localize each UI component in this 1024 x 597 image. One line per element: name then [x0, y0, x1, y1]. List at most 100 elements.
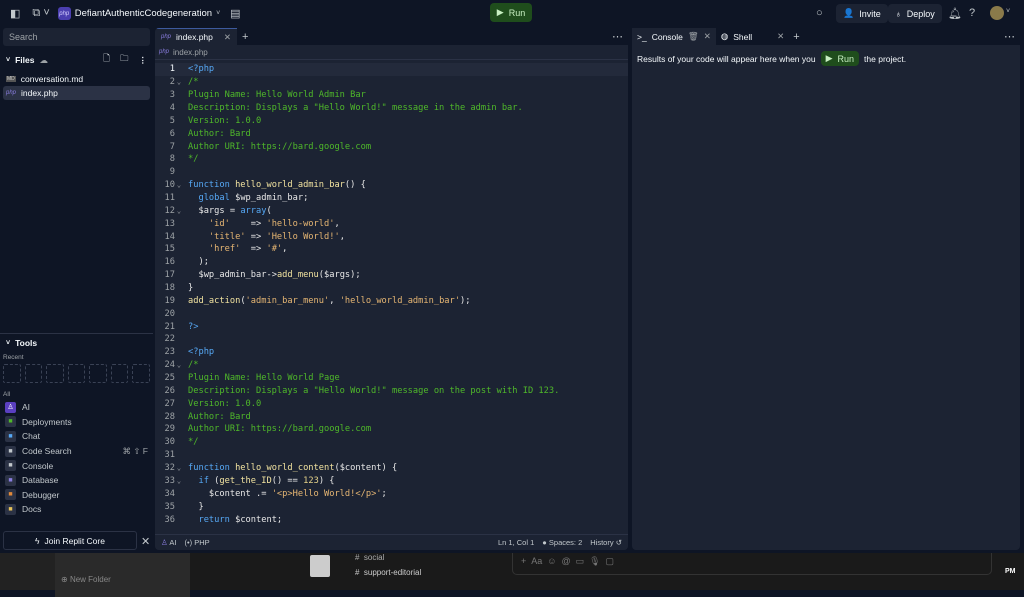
close-icon[interactable]: ✕: [777, 31, 784, 42]
tool-code-search[interactable]: ■ Code Search ⌘ ⇧ F: [0, 444, 153, 459]
line-number: 6: [169, 128, 175, 139]
code-token: Version: 1.0.0: [188, 115, 262, 126]
code-token: 'title': [208, 231, 246, 242]
project-name[interactable]: DefiantAuthenticCodegeneration: [75, 8, 212, 19]
tool-chat[interactable]: ■ Chat: [0, 429, 153, 444]
code-token: Author URI: https://bard.google.com: [188, 141, 372, 152]
new-folder-button[interactable]: ⊕ New Folder: [55, 553, 190, 597]
close-icon[interactable]: ✕: [704, 31, 711, 42]
code-line: 31: [155, 449, 628, 462]
php-icon: php: [159, 49, 170, 55]
code-token: global: [198, 193, 236, 204]
tool-console[interactable]: ■ Console: [0, 458, 153, 473]
trash-icon[interactable]: 🗑︎: [688, 31, 699, 42]
code-line: 24 ⌄ /*: [155, 359, 628, 372]
more-icon[interactable]: ⋯: [612, 30, 623, 43]
message-composer[interactable]: + Aa ☺ @ ▭ 🎙︎ ▢: [512, 553, 992, 575]
add-tab-icon[interactable]: +: [793, 31, 799, 43]
chevron-down-icon[interactable]: ˅: [1006, 8, 1010, 15]
channel-social[interactable]: # social: [355, 553, 384, 562]
history-button[interactable]: History ↺: [590, 538, 622, 547]
inline-run-button[interactable]: ▶ Run: [820, 51, 860, 66]
more-icon[interactable]: ⋮: [139, 55, 148, 66]
line-number: 9: [169, 167, 175, 178]
chevron-down-icon: ˅: [6, 56, 11, 64]
run-button[interactable]: ▶ Run: [490, 3, 532, 22]
replit-logo-icon[interactable]: ⧉ ˅: [32, 7, 49, 20]
shortcut: ⌘ ⇧ F: [122, 445, 148, 456]
tool-ai[interactable]: ♙ AI: [0, 400, 153, 415]
php-icon: php: [6, 90, 17, 96]
code-line: 7 Author URI: https://bard.google.com: [155, 140, 628, 153]
code-line: 12 ⌄ $args = array(: [155, 204, 628, 217]
close-icon[interactable]: ✕: [141, 535, 150, 548]
language-button[interactable]: (•) PHP: [185, 538, 210, 547]
fold-icon[interactable]: ⌄: [175, 207, 183, 215]
code-line: 23 <?php: [155, 346, 628, 359]
code-token: Author: Bard: [188, 411, 251, 422]
tool-deployments[interactable]: ■ Deployments: [0, 415, 153, 430]
line-number: 1: [169, 64, 175, 75]
tool-database[interactable]: ■ Database: [0, 473, 153, 488]
bell-icon[interactable]: 🔔︎: [948, 7, 962, 20]
tool-docs[interactable]: ■ Docs: [0, 502, 153, 517]
files-header[interactable]: ˅ Files ☁ 🗋 🗀 ⋮: [0, 52, 153, 68]
invite-button[interactable]: 👤 Invite: [836, 4, 888, 23]
channel-support-editorial[interactable]: # support-editorial: [355, 568, 421, 577]
line-number: 8: [169, 154, 175, 165]
top-bar: ◧ ⧉ ˅ php DefiantAuthenticCodegeneration…: [0, 0, 1024, 27]
line-number: 31: [164, 450, 175, 461]
tools-header[interactable]: ˅ Tools: [0, 335, 153, 351]
breadcrumb: php index.php: [155, 45, 628, 60]
code-area[interactable]: 1 <?php 2 ⌄/* 3 Plugin Name: Hello World Admi…: [155, 60, 628, 526]
line-number: 35: [164, 501, 175, 512]
tab-console[interactable]: >_ Console 🗑︎ ✕: [632, 28, 716, 45]
file-conversation-md[interactable]: MD conversation.md: [3, 72, 150, 86]
line-number: 19: [164, 295, 175, 306]
cursor-position[interactable]: Ln 1, Col 1: [498, 538, 534, 547]
search-input[interactable]: Search: [3, 28, 150, 46]
line-number: 30: [164, 437, 175, 448]
code-line: 19 add_action('admin_bar_menu', 'hello_wo…: [155, 294, 628, 307]
close-icon[interactable]: ✕: [224, 32, 231, 43]
fold-icon[interactable]: ⌄: [175, 464, 183, 472]
database-icon: ■: [5, 474, 16, 486]
add-tab-icon[interactable]: +: [242, 31, 248, 43]
spaces-button[interactable]: ● Spaces: 2: [542, 538, 582, 547]
code-token: */: [188, 154, 199, 165]
tool-debugger[interactable]: ■ Debugger: [0, 488, 153, 503]
code-token: }: [188, 501, 204, 512]
chevron-down-icon[interactable]: ˅: [216, 10, 220, 17]
recent-tools: [0, 364, 153, 383]
tab-shell[interactable]: ◍ Shell ✕: [716, 28, 789, 45]
search-icon[interactable]: ○: [816, 7, 823, 19]
code-line: 22: [155, 333, 628, 346]
background-desktop: ⊕ New Folder # social # support-editoria…: [0, 553, 1024, 597]
avatar[interactable]: [990, 6, 1004, 20]
code-token: $wp_admin_bar: [198, 270, 267, 281]
new-file-icon[interactable]: 🗋: [103, 53, 110, 67]
chat-icon: ■: [5, 430, 16, 442]
fold-icon[interactable]: ⌄: [175, 78, 183, 86]
new-folder-icon[interactable]: 🗀: [120, 53, 129, 67]
code-token: 'admin_bar_menu': [245, 295, 330, 306]
file-index-php[interactable]: php index.php: [3, 86, 150, 100]
code-line: 8 */: [155, 153, 628, 166]
help-icon[interactable]: ?: [969, 7, 975, 19]
sidebar-toggle-icon[interactable]: ◧: [10, 7, 20, 20]
code-token: array: [240, 205, 267, 216]
code-token: <?php: [188, 347, 215, 358]
fold-icon[interactable]: ⌄: [175, 181, 183, 189]
deploy-button[interactable]: ♁ Deploy: [888, 4, 942, 23]
join-replit-core-button[interactable]: ϟ Join Replit Core: [3, 531, 137, 550]
deploy-icon: ■: [5, 416, 16, 428]
layout-icon[interactable]: ▤: [230, 7, 240, 20]
more-icon[interactable]: ⋯: [1004, 30, 1015, 43]
tab-index-php[interactable]: php index.php ✕: [155, 28, 238, 45]
tool-label: Debugger: [22, 489, 60, 500]
fold-icon[interactable]: ⌄: [175, 361, 183, 369]
ai-icon: ♙: [5, 401, 16, 413]
code-token: function: [188, 180, 236, 191]
fold-icon[interactable]: ⌄: [175, 477, 183, 485]
ai-button[interactable]: ♙ AI: [161, 538, 177, 547]
